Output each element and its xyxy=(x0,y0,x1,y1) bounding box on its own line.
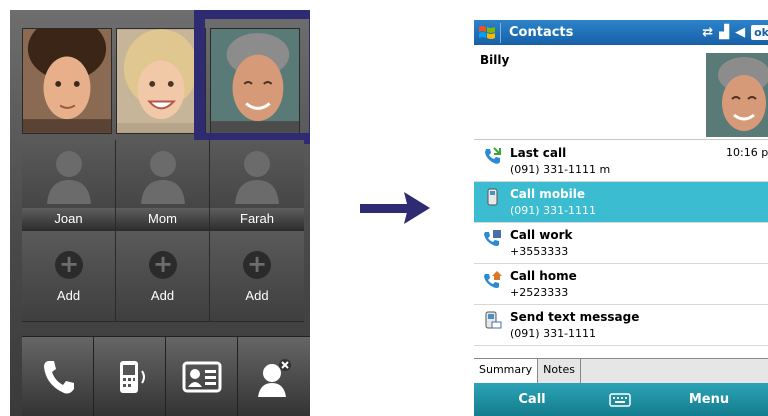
home-phone-icon xyxy=(484,271,502,288)
tab-summary[interactable]: Summary xyxy=(474,359,539,383)
person-silhouette-icon xyxy=(47,151,91,204)
tab-strip: Summary Notes xyxy=(474,358,768,383)
list-item-call-mobile[interactable]: Call mobile (091) 331-1111 xyxy=(474,182,768,223)
remove-contact-icon xyxy=(258,359,291,397)
action-subtitle: (091) 331-1111 m xyxy=(510,163,611,176)
mobile-phone-icon xyxy=(487,188,498,206)
contact-photo-mom[interactable] xyxy=(116,28,206,134)
volume-icon[interactable]: ◀ xyxy=(735,25,745,40)
remove-contact-button[interactable] xyxy=(238,337,310,416)
action-subtitle: (091) 331-1111 xyxy=(510,204,597,217)
contact-photo xyxy=(706,53,768,137)
phone-button[interactable] xyxy=(22,337,94,416)
speed-dial-grid: Joan Mom Farah + Add + Add + Add xyxy=(22,140,304,322)
speed-dial-slot-farah[interactable]: Farah xyxy=(210,140,304,230)
smiling-woman-portrait-icon xyxy=(117,29,205,133)
young-man-portrait-icon xyxy=(23,29,111,133)
add-slot-button[interactable]: + Add xyxy=(210,231,304,321)
contact-slot-row: Joan Mom Farah xyxy=(22,140,304,231)
list-item-call-work[interactable]: Call work +3553333 xyxy=(474,223,768,264)
mobile-device-icon xyxy=(119,361,145,393)
add-label: Add xyxy=(150,288,175,303)
contact-card-button[interactable] xyxy=(166,337,238,416)
action-title: Call home xyxy=(510,269,577,283)
plus-icon: + xyxy=(55,251,83,279)
contact-name: Billy xyxy=(480,53,510,67)
ok-button[interactable]: ok xyxy=(751,25,768,40)
title-separator xyxy=(500,22,501,43)
device-button[interactable] xyxy=(94,337,166,416)
action-title: Call mobile xyxy=(510,187,586,201)
person-silhouette-icon xyxy=(235,151,279,204)
contact-photo-joan[interactable] xyxy=(22,28,112,134)
text-message-icon xyxy=(485,311,502,329)
action-title: Call work xyxy=(510,228,573,242)
add-label: Add xyxy=(56,288,81,303)
app-title: Contacts xyxy=(509,25,574,40)
speed-dial-slot-mom[interactable]: Mom xyxy=(116,140,210,230)
highlight-frame xyxy=(194,10,310,144)
signal-strength-icon[interactable]: ▟ xyxy=(719,25,729,40)
contact-card-icon xyxy=(182,361,221,393)
speed-dial-panel: Joan Mom Farah + Add + Add + Add xyxy=(10,10,310,416)
keyboard-glyph-icon xyxy=(609,392,631,407)
older-man-portrait-icon xyxy=(706,53,768,137)
slot-name-label: Mom xyxy=(116,208,209,230)
work-phone-icon xyxy=(484,230,501,246)
list-item-last-call[interactable]: Last call (091) 331-1111 m 10:16 p xyxy=(474,141,768,182)
incoming-call-icon xyxy=(485,147,501,164)
person-silhouette-icon xyxy=(141,151,185,204)
keyboard-icon[interactable] xyxy=(590,392,650,407)
start-menu-button[interactable] xyxy=(474,20,500,45)
right-arrow-icon xyxy=(360,192,430,224)
call-softkey[interactable]: Call xyxy=(474,392,590,407)
action-subtitle: (091) 331-1111 xyxy=(510,327,597,340)
connectivity-icon[interactable]: ⇄ xyxy=(702,25,713,40)
action-title: Last call xyxy=(510,146,567,160)
contact-action-list: Last call (091) 331-1111 m 10:16 p Call … xyxy=(474,141,768,346)
list-item-send-text[interactable]: Send text message (091) 331-1111 xyxy=(474,305,768,346)
add-slot-button[interactable]: + Add xyxy=(116,231,210,321)
contact-header: Billy xyxy=(474,45,768,140)
bottom-dock xyxy=(22,336,310,416)
add-label: Add xyxy=(245,288,269,303)
action-subtitle: +3553333 xyxy=(510,245,569,258)
plus-icon: + xyxy=(243,251,271,279)
phone-handset-icon xyxy=(43,361,74,394)
list-item-call-home[interactable]: Call home +2523333 xyxy=(474,264,768,305)
title-bar: Contacts ⇄ ▟ ◀ ok xyxy=(474,20,768,45)
action-subtitle: +2523333 xyxy=(510,286,569,299)
windows-flag-icon xyxy=(479,25,495,39)
phone-contact-screen: Contacts ⇄ ▟ ◀ ok Billy Last call (091) xyxy=(474,20,768,416)
slot-name-label: Joan xyxy=(22,208,115,230)
menu-softkey[interactable]: Menu xyxy=(650,392,768,407)
plus-icon: + xyxy=(149,251,177,279)
softkey-bar: Call Menu xyxy=(474,383,768,416)
speed-dial-slot-joan[interactable]: Joan xyxy=(22,140,116,230)
action-title: Send text message xyxy=(510,310,640,324)
slot-name-label: Farah xyxy=(210,208,304,230)
tab-notes[interactable]: Notes xyxy=(538,359,581,383)
add-slot-button[interactable]: + Add xyxy=(22,231,116,321)
add-slot-row: + Add + Add + Add xyxy=(22,231,304,322)
call-time: 10:16 p xyxy=(726,146,768,159)
